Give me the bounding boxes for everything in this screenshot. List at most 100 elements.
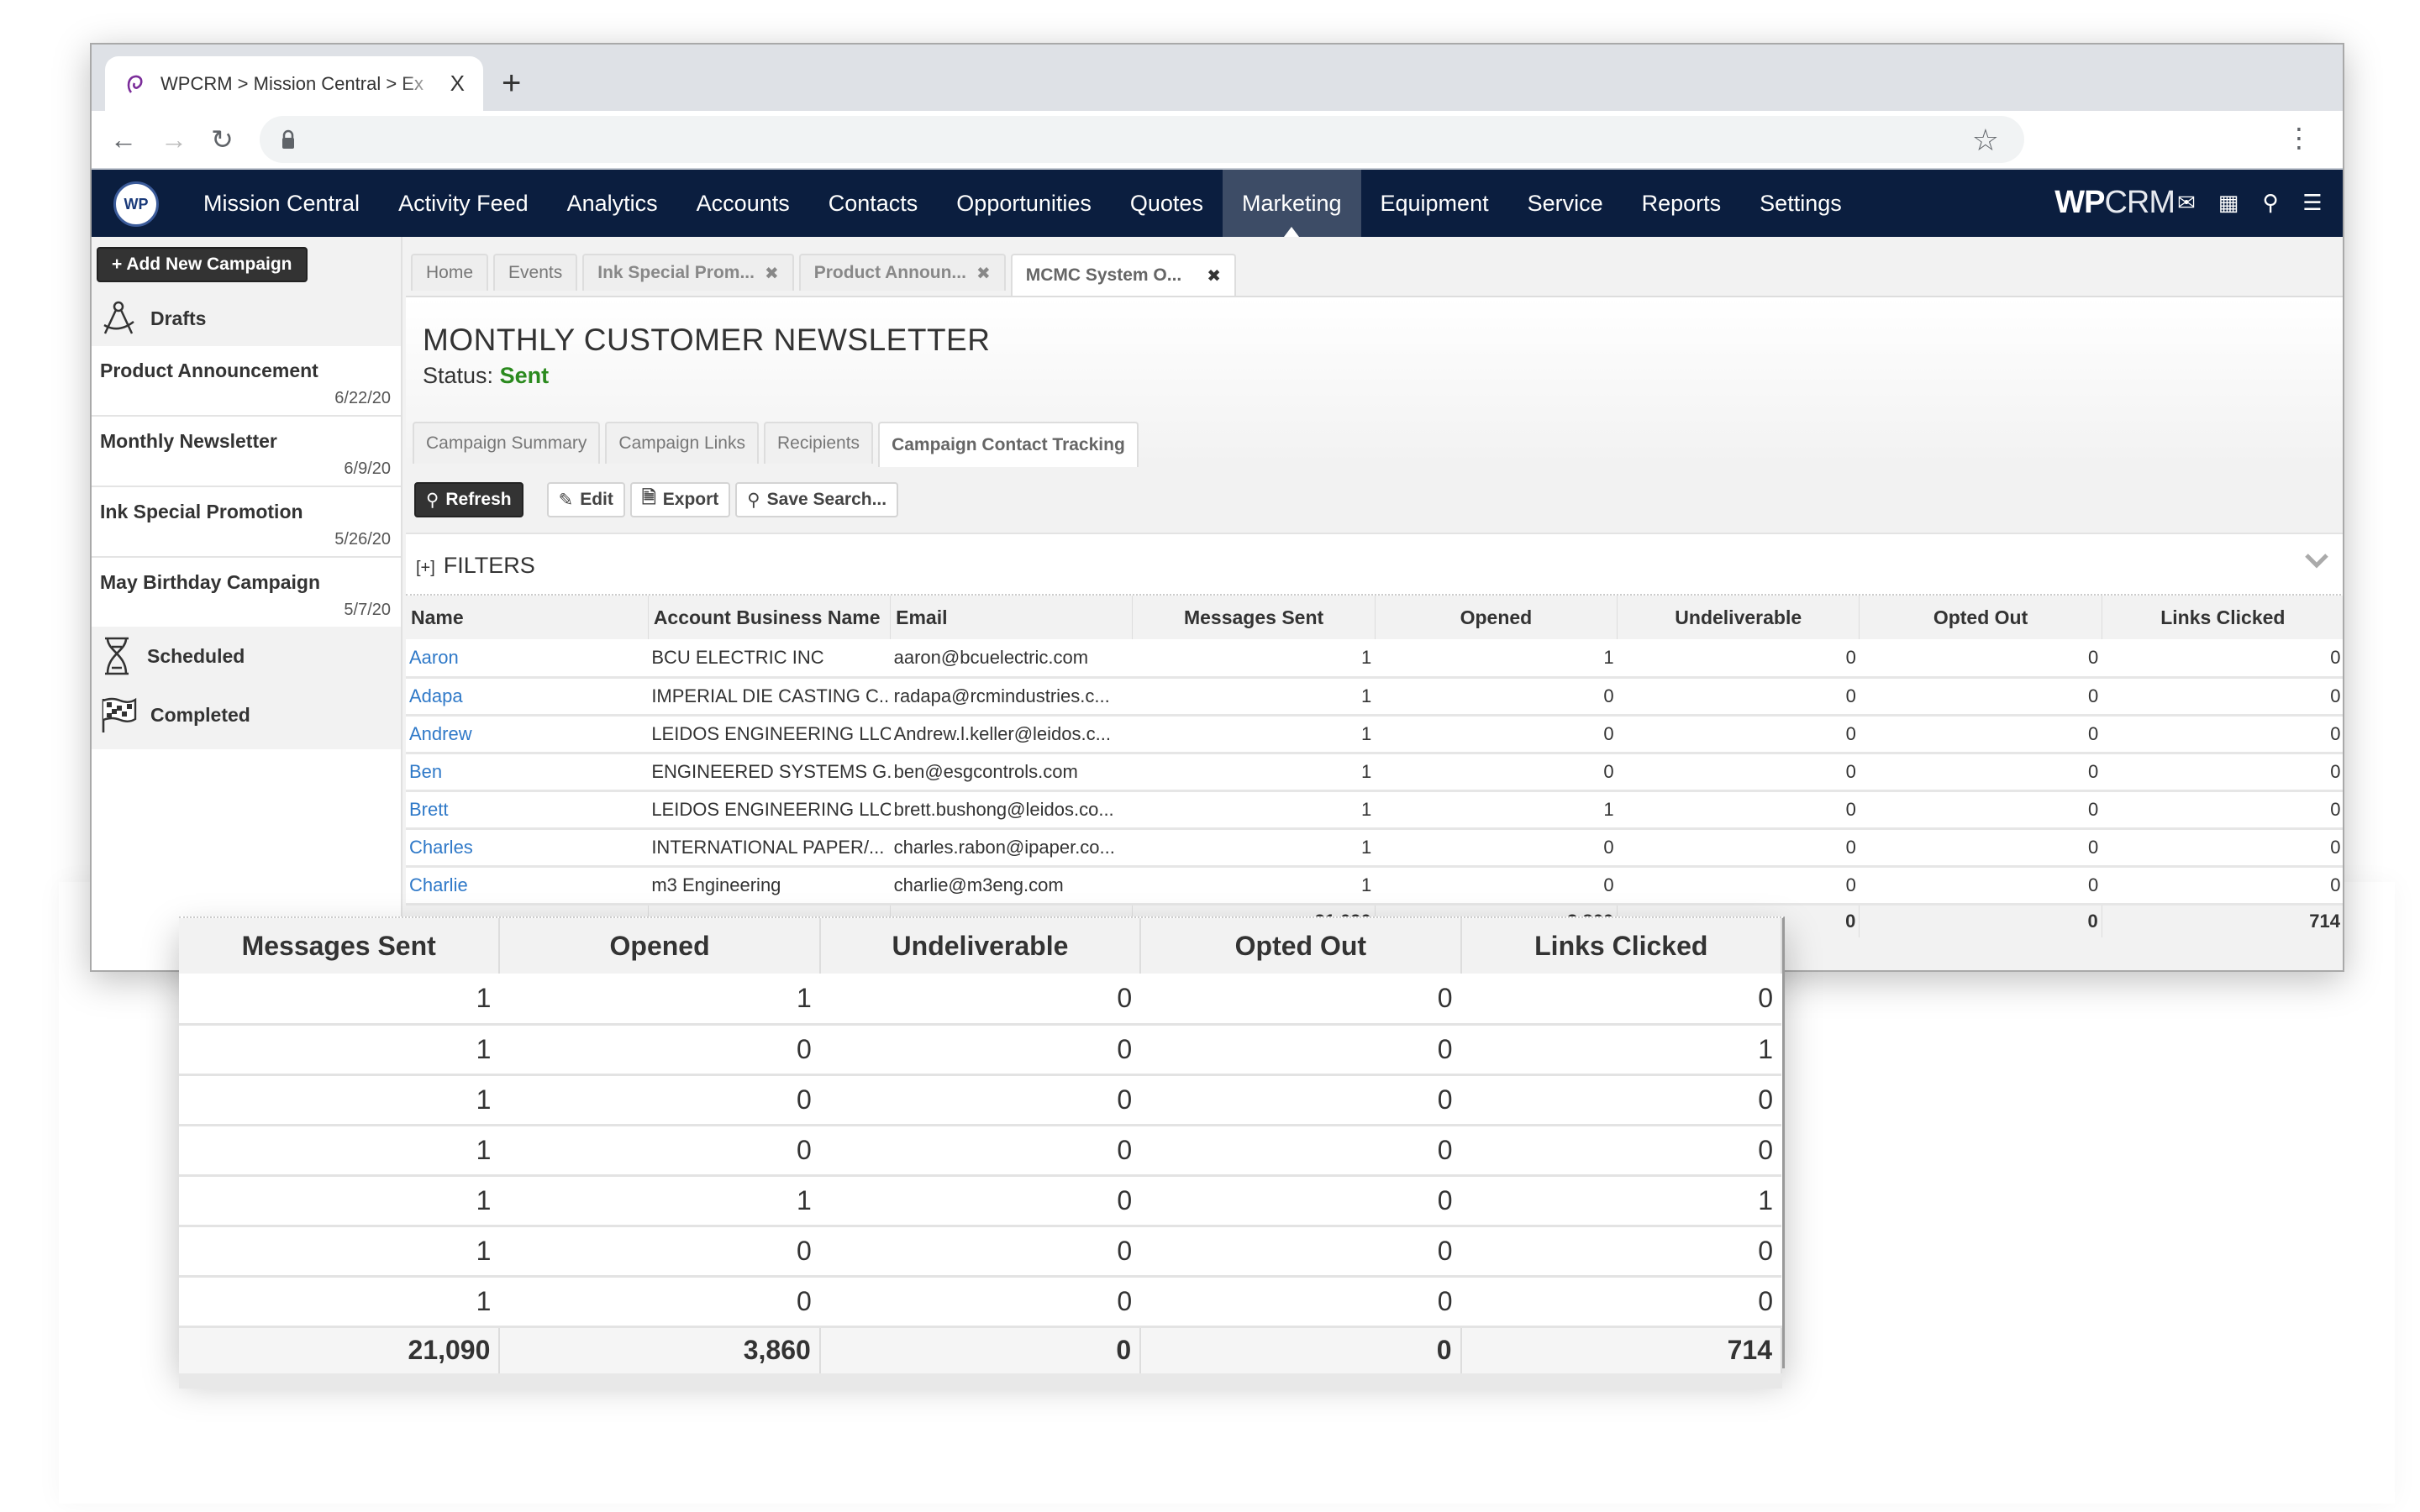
table-row[interactable]: Brett LEIDOS ENGINEERING LLC brett.bushong… [406,790,2343,830]
export-button[interactable]: 🗎 Export [629,482,731,517]
draft-campaign-item[interactable]: Monthly Newsletter 6/9/20 [92,417,401,487]
nav-item-settings[interactable]: Settings [1740,170,1861,237]
wp-electric-logo[interactable]: WP [113,181,159,227]
table-row[interactable]: Charlie m3 Engineering charlie@m3eng.com 1 0… [406,866,2343,906]
page-tab-label: MCMC System O... [1025,265,1182,285]
nav-item-analytics[interactable]: Analytics [548,170,677,237]
save-search-button[interactable]: ⚲ Save Search... [735,482,899,517]
calendar-icon[interactable]: ▦ [2217,190,2240,216]
zoom-total-cell: 3,860 [499,1326,821,1373]
draft-date: 5/7/20 [344,601,391,619]
column-header[interactable]: Opted Out [1859,596,2102,639]
contact-name-link[interactable]: Andrew [406,715,649,754]
table-row[interactable]: Ben ENGINEERED SYSTEMS G... ben@esgcontrol… [406,753,2343,792]
zoom-header-row: Messages Sent Opened Undeliverable Opted Ou… [179,918,1783,974]
sub-tab-campaign-summary[interactable]: Campaign Summary [413,422,601,464]
filters-toggle[interactable]: [+] [416,559,435,577]
cell-opted_out: 0 [1859,866,2102,906]
sub-tab-recipients[interactable]: Recipients [764,422,874,464]
table-row[interactable]: Aaron BCU ELECTRIC INC aaron@bcuelectric.c… [406,639,2343,679]
nav-item-equipment[interactable]: Equipment [1361,170,1508,237]
bookmark-star-icon[interactable]: ☆ [1972,123,1999,158]
cell-sent: 1 [1132,866,1376,906]
filters-bar[interactable]: [+] FILTERS [406,533,2343,596]
browser-menu-icon[interactable]: ⋮ [2286,121,2312,155]
close-tab-icon[interactable]: ✖ [976,263,991,284]
contact-name-link[interactable]: Adapa [406,677,649,717]
contact-name-link[interactable]: Aaron [406,639,649,679]
cell-email: aaron@bcuelectric.com [890,639,1133,679]
cell-undeliverable: 0 [1617,639,1860,679]
browser-tab[interactable]: WPCRM > Mission Central > Ex X [105,56,483,111]
wpcrm-favicon-icon [127,75,143,93]
address-bar-row: ← → ↻ ☆ ⋮ [92,111,2343,168]
contact-name-link[interactable]: Charles [406,828,649,868]
reload-icon[interactable]: ↻ [211,123,234,156]
page-tab-2[interactable]: Ink Special Prom... ✖ [582,254,794,291]
page-tab-3[interactable]: Product Announ... ✖ [798,254,1006,291]
nav-item-service[interactable]: Service [1508,170,1623,237]
page-tab-4[interactable]: MCMC System O... ✖ [1010,254,1237,296]
edit-button[interactable]: ✎ Edit [546,482,625,517]
page-tab-0[interactable]: Home [411,254,489,291]
completed-section[interactable]: Completed [92,685,401,744]
nav-item-opportunities[interactable]: Opportunities [937,170,1111,237]
nav-items: Mission Central Activity Feed Analytics Acc… [184,170,1861,237]
column-header[interactable]: Links Clicked [2102,596,2343,639]
column-header[interactable]: Name [406,596,649,639]
nav-item-contacts[interactable]: Contacts [809,170,938,237]
nav-item-reports[interactable]: Reports [1623,170,1741,237]
forward-arrow-icon[interactable]: → [160,123,187,156]
column-header[interactable]: Account Business Name [648,596,892,639]
close-tab-icon[interactable]: X [450,71,465,97]
sub-tab-campaign-links[interactable]: Campaign Links [605,422,759,464]
draft-campaign-item[interactable]: Product Announcement 6/22/20 [92,346,401,417]
new-tab-button[interactable]: + [502,63,521,103]
draft-campaign-item[interactable]: Ink Special Promotion 5/26/20 [92,487,401,558]
nav-item-activity-feed[interactable]: Activity Feed [379,170,548,237]
cell-account: INTERNATIONAL PAPER/... [648,828,891,868]
table-row[interactable]: Andrew LEIDOS ENGINEERING LLC Andrew.l.kel… [406,715,2343,754]
nav-item-accounts[interactable]: Accounts [677,170,809,237]
column-header[interactable]: Messages Sent [1132,596,1376,639]
nav-item-marketing[interactable]: Marketing [1222,170,1361,237]
zoom-cell: 1 [179,1226,500,1278]
add-new-campaign-button[interactable]: + Add New Campaign [97,247,308,282]
cell-links: 0 [2102,715,2343,754]
draft-campaign-item[interactable]: May Birthday Campaign 5/7/20 [92,558,401,628]
nav-item-quotes[interactable]: Quotes [1111,170,1223,237]
column-header[interactable]: Email [890,596,1134,639]
close-tab-icon[interactable]: ✖ [1207,265,1221,286]
campaign-status: Status: Sent [423,363,549,389]
drafts-section[interactable]: Drafts [92,289,206,348]
contact-name-link[interactable]: Charlie [406,866,649,906]
chevron-down-icon[interactable] [2304,548,2329,573]
page-tab-1[interactable]: Events [493,254,578,291]
table-row[interactable]: Adapa IMPERIAL DIE CASTING C... radapa@rcm… [406,677,2343,717]
search-icon[interactable]: ⚲ [2259,190,2282,216]
cell-links: 0 [2102,753,2343,792]
column-header[interactable]: Undeliverable [1617,596,1860,639]
close-tab-icon[interactable]: ✖ [765,263,779,284]
column-header[interactable]: Opened [1375,596,1618,639]
url-input[interactable]: ☆ [260,116,2024,163]
list-icon[interactable]: ☰ [2301,190,2324,216]
cell-account: ENGINEERED SYSTEMS G... [648,753,891,792]
cell-sent: 1 [1132,715,1376,754]
contact-name-link[interactable]: Ben [406,753,649,792]
cell-opened: 0 [1375,715,1618,754]
contact-name-link[interactable]: Brett [406,790,649,830]
table-row[interactable]: Charles INTERNATIONAL PAPER/... charles.ra… [406,828,2343,868]
scheduled-section[interactable]: Scheduled [92,627,401,685]
sub-tab-campaign-contact-tracking[interactable]: Campaign Contact Tracking [878,422,1139,467]
back-arrow-icon[interactable]: ← [110,123,137,156]
nav-item-mission-central[interactable]: Mission Central [184,170,379,237]
zoom-cell: 0 [1140,1074,1461,1126]
zoom-cell: 0 [819,1074,1141,1126]
zoom-cell: 0 [819,1125,1141,1177]
refresh-label: Refresh [445,490,512,509]
cell-email: brett.bushong@leidos.co... [890,790,1133,830]
zoom-row: 11000 [179,974,1781,1026]
refresh-button[interactable]: ⚲ Refresh [414,482,523,517]
mail-icon[interactable]: ✉ [2175,190,2198,216]
